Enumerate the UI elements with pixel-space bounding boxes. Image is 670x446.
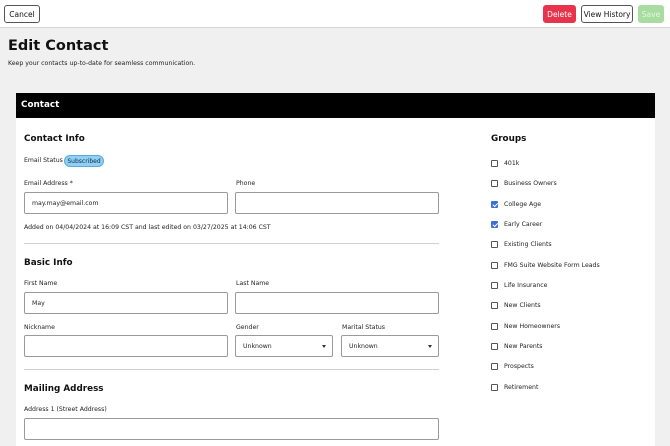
top-toolbar: Cancel Delete View History Save — [0, 0, 670, 28]
page-subtitle: Keep your contacts up-to-date for seamle… — [8, 60, 196, 67]
last-name-label: Last Name — [236, 280, 270, 287]
basic-info-title: Basic Info — [24, 258, 73, 268]
card-header — [16, 93, 655, 118]
group-item-early-career[interactable]: Early Career — [491, 219, 542, 229]
delete-button[interactable]: Delete — [543, 5, 576, 23]
nickname-input[interactable] — [24, 335, 228, 357]
gender-select[interactable]: Unknown — [235, 335, 333, 357]
divider — [24, 243, 439, 244]
group-checkbox[interactable] — [491, 261, 498, 269]
phone-label: Phone — [236, 180, 256, 187]
first-name-input[interactable]: May — [24, 292, 228, 314]
group-item-fmg-suite-website-form-leads[interactable]: FMG Suite Website Form Leads — [491, 260, 600, 270]
group-label: New Clients — [504, 301, 541, 309]
group-item-new-homeowners[interactable]: New Homeowners — [491, 321, 560, 331]
marital-status-value: Unknown — [349, 342, 378, 350]
group-item-retirement[interactable]: Retirement — [491, 382, 538, 392]
cancel-button[interactable]: Cancel — [4, 5, 40, 23]
group-checkbox[interactable] — [491, 322, 498, 330]
group-checkbox[interactable] — [491, 220, 498, 228]
email-label: Email Address * — [24, 180, 73, 187]
email-input[interactable]: may.may@email.com — [24, 192, 228, 214]
group-checkbox[interactable] — [491, 301, 498, 309]
gender-value: Unknown — [243, 342, 272, 350]
divider — [24, 369, 439, 370]
mailing-address-title: Mailing Address — [24, 384, 104, 394]
last-name-input[interactable] — [235, 292, 439, 314]
group-checkbox[interactable] — [491, 200, 498, 208]
group-label: College Age — [504, 200, 542, 208]
address1-label: Address 1 (Street Address) — [24, 406, 107, 413]
group-item-new-parents[interactable]: New Parents — [491, 341, 543, 351]
view-history-button[interactable]: View History — [581, 5, 633, 23]
marital-status-label: Marital Status — [342, 324, 386, 331]
group-item-prospects[interactable]: Prospects — [491, 361, 534, 371]
group-checkbox[interactable] — [491, 362, 498, 370]
group-checkbox[interactable] — [491, 342, 498, 350]
group-label: Existing Clients — [504, 240, 552, 248]
marital-status-select[interactable]: Unknown — [341, 335, 439, 357]
group-label: 401k — [504, 159, 520, 167]
group-label: New Parents — [504, 342, 543, 350]
group-label: Retirement — [504, 383, 539, 391]
group-item-college-age[interactable]: College Age — [491, 199, 541, 209]
group-checkbox[interactable] — [491, 240, 498, 248]
first-name-label: First Name — [24, 280, 58, 287]
group-label: Business Owners — [504, 179, 557, 187]
group-item-401k[interactable]: 401k — [491, 158, 519, 168]
group-label: FMG Suite Website Form Leads — [504, 261, 600, 269]
group-checkbox[interactable] — [491, 281, 498, 289]
audit-text: Added on 04/04/2024 at 16:09 CST and las… — [24, 224, 271, 231]
chevron-down-icon — [322, 345, 326, 348]
group-checkbox[interactable] — [491, 159, 498, 167]
email-status-badge: Subscribed — [64, 155, 104, 167]
group-item-business-owners[interactable]: Business Owners — [491, 178, 557, 188]
contact-info-title: Contact Info — [24, 134, 85, 144]
gender-label: Gender — [236, 324, 259, 331]
group-label: Life Insurance — [504, 281, 548, 289]
group-label: Prospects — [504, 362, 534, 370]
group-item-life-insurance[interactable]: Life Insurance — [491, 280, 547, 290]
group-checkbox[interactable] — [491, 383, 498, 391]
nickname-label: Nickname — [24, 324, 55, 331]
groups-title: Groups — [491, 134, 527, 144]
group-item-new-clients[interactable]: New Clients — [491, 300, 541, 310]
email-status-label: Email Status — [24, 157, 63, 164]
group-label: New Homeowners — [504, 322, 561, 330]
card-header-label: Contact — [21, 100, 60, 110]
group-checkbox[interactable] — [491, 179, 498, 187]
address1-input[interactable] — [24, 418, 439, 440]
phone-input[interactable] — [235, 192, 439, 214]
page-title: Edit Contact — [8, 38, 109, 54]
group-item-existing-clients[interactable]: Existing Clients — [491, 239, 552, 249]
chevron-down-icon — [428, 345, 432, 348]
save-button[interactable]: Save — [638, 5, 664, 23]
group-label: Early Career — [504, 220, 543, 228]
